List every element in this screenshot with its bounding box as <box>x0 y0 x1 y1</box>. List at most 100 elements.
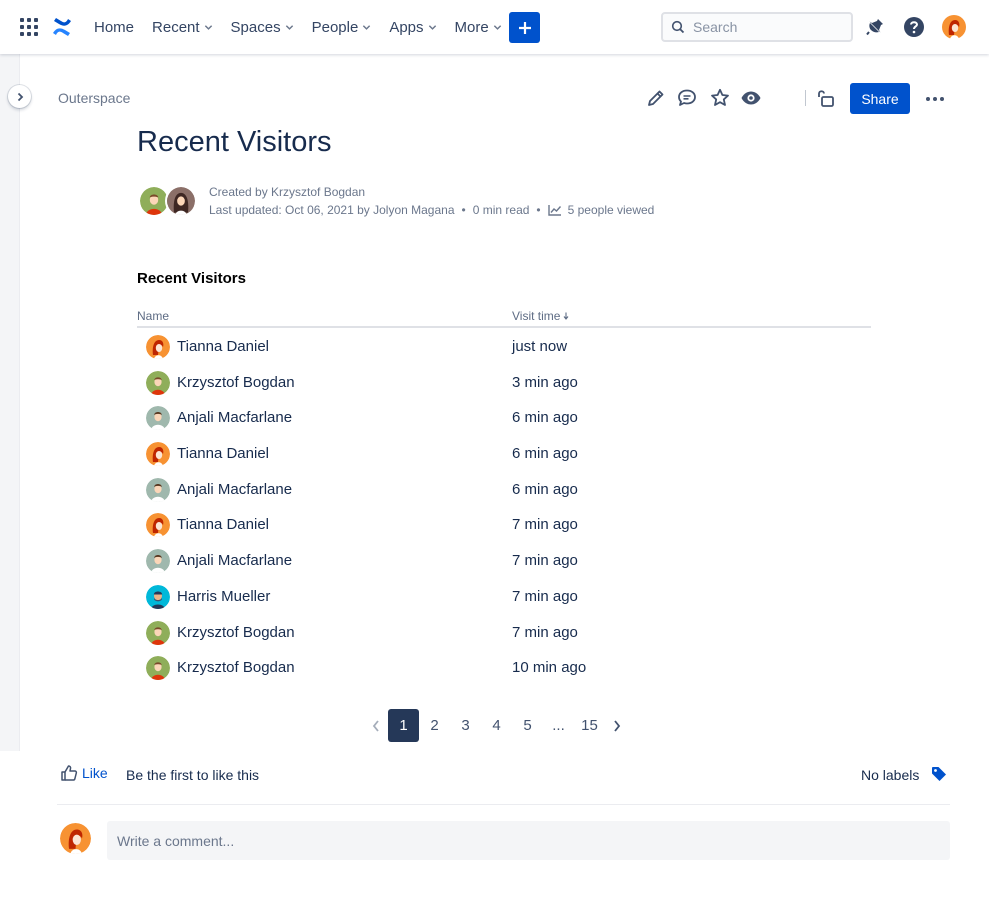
confluence-logo-icon[interactable] <box>52 15 72 39</box>
sort-descending-icon <box>564 312 569 320</box>
page-button-4[interactable]: 4 <box>481 709 512 742</box>
page-ellipsis: ... <box>552 717 565 734</box>
avatar[interactable] <box>146 513 170 537</box>
table-row: Tianna Daniel 7 min ago <box>137 507 871 543</box>
visitor-name[interactable]: Anjali Macfarlane <box>177 409 292 426</box>
chevron-right-icon <box>17 92 23 101</box>
user-avatar[interactable] <box>942 15 966 39</box>
table-row: Krzysztof Bogdan 3 min ago <box>137 365 871 401</box>
nav-recent-dropdown[interactable]: Recent <box>144 15 221 40</box>
visitor-name[interactable]: Tianna Daniel <box>177 445 269 462</box>
more-actions-icon[interactable] <box>924 88 946 110</box>
visitor-name[interactable]: Tianna Daniel <box>177 338 269 355</box>
visit-time: 6 min ago <box>512 445 578 463</box>
comment-input[interactable] <box>107 821 950 860</box>
column-header-visit-time-label: Visit time <box>512 309 561 323</box>
table-row: Anjali Macfarlane 6 min ago <box>137 472 871 508</box>
created-by: Created by Krzysztof Bogdan <box>209 185 366 199</box>
nav-apps-dropdown[interactable]: Apps <box>381 15 444 40</box>
last-updated: Last updated: Oct 06, 2021 by Jolyon Mag… <box>209 203 455 217</box>
page-button-5[interactable]: 5 <box>512 709 543 742</box>
column-header-visit-time[interactable]: Visit time <box>512 309 569 323</box>
previous-page-button[interactable] <box>364 709 388 742</box>
table-header: Name Visit time <box>137 309 871 328</box>
search-box[interactable] <box>661 12 853 42</box>
avatar[interactable] <box>146 549 170 573</box>
notification-icon[interactable] <box>864 16 886 38</box>
edit-icon[interactable] <box>645 87 667 109</box>
star-icon[interactable] <box>709 87 731 109</box>
avatar[interactable] <box>146 478 170 502</box>
chevron-down-icon <box>204 24 212 30</box>
page-button-1[interactable]: 1 <box>388 709 419 742</box>
search-input[interactable] <box>693 19 843 35</box>
section-heading: Recent Visitors <box>137 270 246 287</box>
table-row: Tianna Daniel 6 min ago <box>137 436 871 472</box>
nav-recent-label: Recent <box>152 18 200 36</box>
page-button-2[interactable]: 2 <box>419 709 450 742</box>
avatar[interactable] <box>146 621 170 645</box>
table-row: Harris Mueller 7 min ago <box>137 579 871 615</box>
visitor-name[interactable]: Krzysztof Bogdan <box>177 624 295 641</box>
visit-time: 10 min ago <box>512 659 587 677</box>
page-button-3[interactable]: 3 <box>450 709 481 742</box>
app-switcher-icon[interactable] <box>20 18 38 36</box>
chevron-down-icon <box>493 24 501 30</box>
plus-icon <box>518 21 531 34</box>
visit-time: 6 min ago <box>512 480 578 498</box>
avatar-jolyon[interactable] <box>165 185 197 217</box>
nav-spaces-dropdown[interactable]: Spaces <box>223 15 302 40</box>
visitor-name[interactable]: Tianna Daniel <box>177 516 269 533</box>
visit-time: 7 min ago <box>512 623 578 641</box>
nav-home[interactable]: Home <box>86 15 142 40</box>
next-page-button[interactable] <box>605 709 629 742</box>
avatar[interactable] <box>146 585 170 609</box>
header-divider <box>805 90 806 106</box>
visitor-name[interactable]: Harris Mueller <box>177 588 270 605</box>
page-button-15[interactable]: 15 <box>574 709 605 742</box>
visitor-name[interactable]: Anjali Macfarlane <box>177 481 292 498</box>
pagination: 1 2 3 4 5 ... 15 <box>364 709 629 742</box>
visit-time: 6 min ago <box>512 409 578 427</box>
visit-time: 7 min ago <box>512 552 578 570</box>
breadcrumb-space[interactable]: Outerspace <box>58 90 130 106</box>
contributor-avatars <box>138 185 198 217</box>
visitor-name[interactable]: Krzysztof Bogdan <box>177 374 295 391</box>
people-viewed-link[interactable]: 5 people viewed <box>568 201 655 219</box>
nav-people-label: People <box>311 18 359 36</box>
nav-people-dropdown[interactable]: People <box>304 15 380 40</box>
nav-apps-label: Apps <box>389 18 424 36</box>
avatar[interactable] <box>146 442 170 466</box>
sidebar-collapsed <box>0 54 20 751</box>
like-summary: Be the first to like this <box>126 767 260 783</box>
help-icon[interactable] <box>903 16 925 38</box>
avatar[interactable] <box>146 656 170 680</box>
column-header-name[interactable]: Name <box>137 309 169 323</box>
nav-more-label: More <box>454 18 489 36</box>
comment-icon[interactable] <box>676 87 698 109</box>
table-row: Krzysztof Bogdan 7 min ago <box>137 615 871 651</box>
avatar[interactable] <box>146 335 170 359</box>
share-button-label: Share <box>861 90 899 107</box>
nav-spaces-label: Spaces <box>230 18 281 36</box>
restrictions-unlock-icon[interactable] <box>814 87 836 109</box>
avatar[interactable] <box>146 406 170 430</box>
table-row: Krzysztof Bogdan 10 min ago <box>137 650 871 686</box>
page-title: Recent Visitors <box>137 126 332 158</box>
share-button[interactable]: Share <box>850 83 910 114</box>
like-button-label: Like <box>82 765 108 781</box>
watch-icon[interactable] <box>740 87 762 109</box>
current-user-avatar <box>60 823 91 854</box>
top-navigation-bar: Home Recent Spaces People Apps More <box>0 0 989 54</box>
create-button[interactable] <box>509 12 540 43</box>
page-byline: Created by Krzysztof Bogdan Last updated… <box>209 183 654 219</box>
visitor-name[interactable]: Krzysztof Bogdan <box>177 659 295 676</box>
like-button[interactable]: Like <box>60 764 108 782</box>
visitor-list: Tianna Daniel just now Krzysztof Bogdan … <box>137 329 871 686</box>
chevron-left-icon <box>372 719 379 732</box>
avatar[interactable] <box>146 371 170 395</box>
nav-more-dropdown[interactable]: More <box>447 15 510 40</box>
expand-sidebar-button[interactable] <box>8 85 31 108</box>
edit-labels-icon[interactable] <box>930 765 948 783</box>
visitor-name[interactable]: Anjali Macfarlane <box>177 552 292 569</box>
